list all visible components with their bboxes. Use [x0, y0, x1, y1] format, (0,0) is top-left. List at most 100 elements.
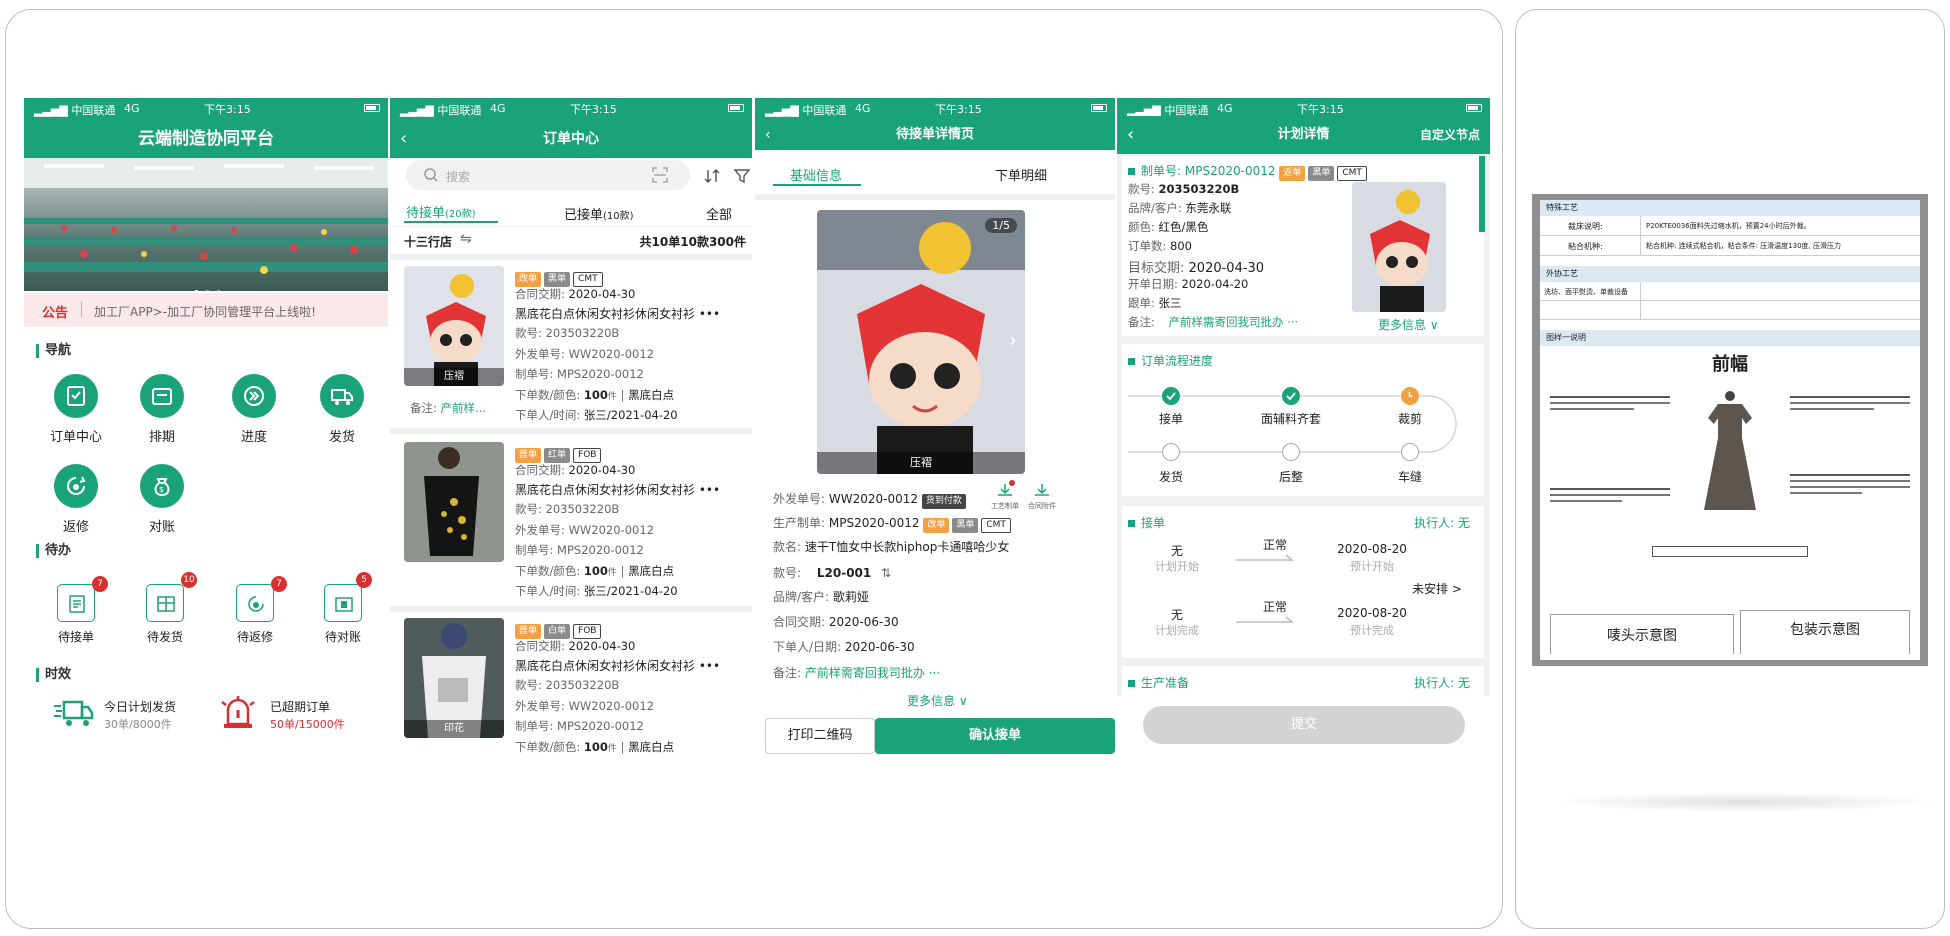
confirm-accept-button[interactable]: 确认接单 [875, 718, 1115, 754]
calendar-icon [152, 388, 172, 405]
mps-number: MPS2020-0012 [1184, 164, 1276, 178]
todo-label: 待对账 [324, 630, 361, 644]
search-input[interactable]: 搜索 [406, 160, 690, 190]
contract-date: 2020-06-30 [828, 615, 899, 629]
page-header: ‹ 待接单详情页 [755, 120, 1115, 150]
plan-start-value: 无 [1170, 544, 1183, 558]
back-arrow-icon[interactable]: ‹ [1127, 116, 1134, 154]
nav-schedule-button[interactable] [140, 374, 184, 418]
field-label: 颜色: [1128, 220, 1155, 234]
field-label: 下单人/时间: [515, 408, 581, 422]
field-label: 生产制单: [773, 516, 826, 530]
order-tags: 首单 白单 FOB [515, 618, 604, 639]
order-card[interactable]: 首单 红单 FOB 合同交期: 2020-04-30 黑底花白点休闲女衬衫休闲女衬衫… [390, 436, 752, 608]
flow-step-label: 发货 [1158, 470, 1183, 484]
thumbnail-label: 压褶 [404, 368, 504, 386]
more-dots-icon[interactable]: ••• [699, 307, 720, 321]
signal-icon: ▂▃▅▇ [400, 104, 434, 117]
battery-icon [1466, 104, 1482, 112]
todo-pending-accept-button[interactable] [57, 584, 95, 622]
scrollbar[interactable] [1479, 156, 1485, 232]
contract-attachment-button[interactable]: 合同附件 [1025, 482, 1059, 511]
truck-icon [331, 389, 353, 405]
plan-end-value: 无 [1170, 608, 1183, 622]
store-name[interactable]: 十三行店 [404, 233, 452, 250]
tab-basic-info[interactable]: 基础信息 [790, 165, 842, 184]
unit: 件 [607, 392, 617, 402]
field-label: 外发单号: [515, 699, 565, 713]
doc-cell: 裁床说明: [1568, 222, 1603, 231]
document-shadow [1548, 792, 1940, 812]
print-qrcode-button[interactable]: 打印二维码 [765, 718, 875, 754]
product-name: 黑底花白点休闲女衬衫休闲女衬衫 [515, 659, 696, 673]
unarranged-link[interactable]: 未安排 > [1412, 580, 1462, 597]
tab-accepted[interactable]: 已接单(10款) [564, 204, 634, 223]
mini-label: 合同附件 [1028, 502, 1056, 510]
todo-pending-ship-button[interactable] [146, 584, 184, 622]
clipboard-icon [67, 386, 85, 406]
more-info-link[interactable]: 更多信息 ∨ [907, 692, 968, 709]
nav-delivery-button[interactable] [320, 374, 364, 418]
tech-pack-document: 特殊工艺 裁床说明: P20KTE0036面料先过缩水机，预置24小时后外裁。 … [1532, 194, 1928, 666]
style-number: 203503220B [545, 326, 620, 340]
field-label: 制单号: [515, 543, 554, 557]
mps-number: MPS2020-0012 [557, 367, 644, 381]
more-dots-icon[interactable]: ••• [699, 659, 720, 673]
product-image-gallery[interactable]: 1/5 › 压褶 [817, 210, 1025, 474]
product-thumbnail[interactable] [1352, 182, 1446, 312]
custom-node-button[interactable]: 自定义节点 [1420, 116, 1480, 154]
switch-icon[interactable]: ⇋ [460, 231, 472, 247]
back-arrow-icon[interactable]: ‹ [765, 120, 771, 150]
order-card[interactable]: 压褶 改单 黑单 CMT 合同交期: 2020-04-30 黑底花白点休闲女衬衫休闲… [390, 260, 752, 430]
field-value: 红色/黑色 [1158, 220, 1209, 234]
tab-order-detail[interactable]: 下单明细 [995, 165, 1047, 184]
back-arrow-icon[interactable]: ‹ [400, 120, 407, 158]
expected-end-label: 预计完成 [1350, 624, 1394, 637]
flow-node-done [1282, 387, 1300, 405]
todo-pending-reconcile-button[interactable] [324, 584, 362, 622]
nav-reconcile-button[interactable]: $ [140, 464, 184, 508]
order-note: 产前样需寄回我司批办 ··· [804, 666, 941, 680]
field-label: 下单数/颜色: [515, 388, 581, 402]
nav-progress-button[interactable] [232, 374, 276, 418]
scan-icon[interactable] [652, 167, 668, 183]
process-sheet-button[interactable]: 工艺制单 [991, 480, 1019, 511]
field-label: 跟单: [1128, 296, 1155, 310]
expected-start-label: 预计开始 [1350, 560, 1394, 573]
tag: FOB [573, 448, 602, 463]
nav-repair-button[interactable] [54, 464, 98, 508]
field-value: 203503220B [1158, 182, 1240, 196]
todo-badge: 7 [92, 576, 108, 592]
order-card[interactable]: 印花 首单 白单 FOB 合同交期: 2020-04-30 黑底花白点休闲女衬衫休闲… [390, 612, 752, 762]
banner-carousel[interactable] [24, 158, 388, 291]
product-name: 黑底花白点休闲女衬衫休闲女衬衫 [515, 483, 696, 497]
field-label: 合同交期: [515, 287, 565, 301]
tab-all[interactable]: 全部 [706, 204, 732, 223]
todo-badge: 5 [356, 572, 372, 588]
payment-badge: 货到付款 [921, 494, 966, 509]
sort-icon[interactable]: ⇅ [881, 566, 891, 580]
more-dots-icon[interactable]: ••• [699, 483, 720, 497]
bullet [1128, 680, 1135, 687]
filter-icon[interactable] [734, 168, 750, 184]
tab-label: 已接单 [564, 208, 604, 223]
sort-icon[interactable] [704, 168, 720, 184]
product-photo [404, 442, 504, 562]
next-image-icon[interactable]: › [1009, 328, 1017, 352]
tag: FOB [573, 624, 602, 639]
divider [755, 194, 1115, 200]
nav-order-center-button[interactable] [54, 374, 98, 418]
product-photo [1352, 182, 1446, 312]
field-label: 备注: [1128, 315, 1155, 329]
notice-bar[interactable]: 公告 加工厂APP>-加工厂协同管理平台上线啦! [24, 293, 388, 327]
order-note: 产前样... [440, 401, 486, 415]
todo-pending-repair-button[interactable] [236, 584, 274, 622]
alarm-siren-icon [221, 696, 255, 728]
order-color: 黑底白点 [628, 388, 675, 402]
carousel-dots[interactable] [194, 280, 221, 291]
flow-node-pending [1401, 443, 1419, 461]
tag: 黑单 [544, 272, 571, 287]
submit-button[interactable]: 提交 [1143, 706, 1465, 744]
more-info-link[interactable]: 更多信息 ∨ [1378, 316, 1439, 333]
tab-pending[interactable]: 待接单(20款) [406, 202, 476, 221]
